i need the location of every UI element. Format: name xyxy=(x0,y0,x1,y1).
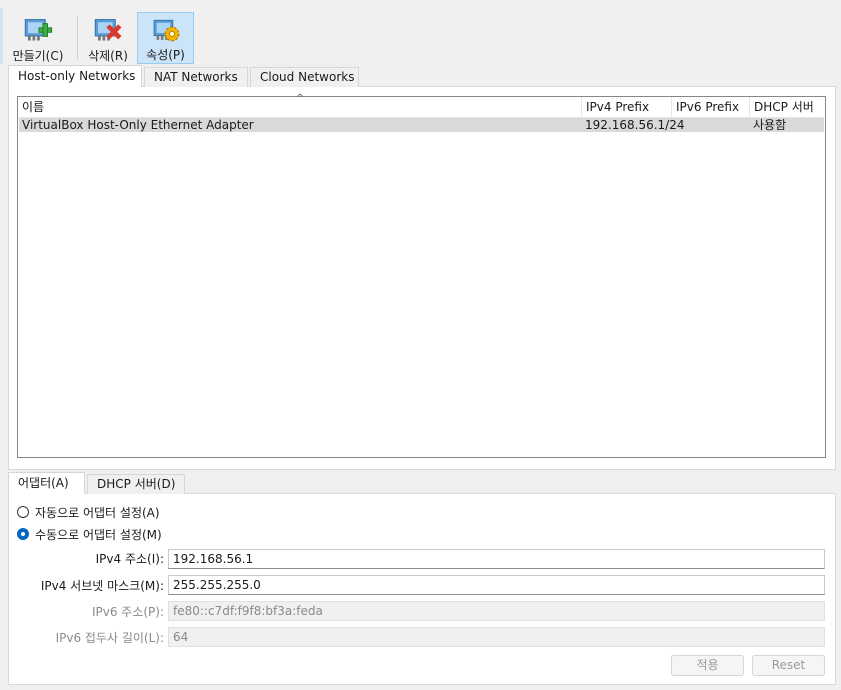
tab-adapter[interactable]: 어댑터(A) xyxy=(8,472,85,494)
ipv4-address-field[interactable]: 192.168.56.1 xyxy=(168,549,825,569)
column-header-ipv4-prefix[interactable]: IPv4 Prefix xyxy=(582,97,672,117)
apply-button[interactable]: 적용 xyxy=(671,655,744,676)
reset-button[interactable]: Reset xyxy=(752,655,825,676)
auto-config-radio[interactable] xyxy=(17,506,29,518)
table-row[interactable]: VirtualBox Host-Only Ethernet Adapter 19… xyxy=(19,118,824,132)
delete-label: 삭제(R) xyxy=(88,49,128,63)
ipv4-address-label: IPv4 주소(I): xyxy=(95,552,164,566)
ipv6-prefix-length-label: IPv6 접두사 길이(L): xyxy=(55,631,164,645)
ipv6-address-label: IPv6 주소(P): xyxy=(91,605,164,619)
column-header-dhcp-server[interactable]: DHCP 서버 xyxy=(750,97,825,117)
tab-dhcp-server[interactable]: DHCP 서버(D) xyxy=(87,474,185,494)
create-label: 만들기(C) xyxy=(12,49,64,63)
create-button[interactable]: 만들기(C) xyxy=(8,12,68,64)
networks-table[interactable]: 이름 ^ IPv4 Prefix IPv6 Prefix DHCP 서버 Vir… xyxy=(17,93,826,458)
ipv4-netmask-label: IPv4 서브넷 마스크(M): xyxy=(40,579,164,593)
manual-config-label[interactable]: 수동으로 어댑터 설정(M) xyxy=(35,526,162,543)
table-header: 이름 ^ IPv4 Prefix IPv6 Prefix DHCP 서버 xyxy=(18,93,825,118)
network-card-settings-icon xyxy=(153,19,179,42)
properties-label: 속성(P) xyxy=(146,48,185,62)
ipv6-address-field: fe80::c7df:f9f8:bf3a:feda xyxy=(168,601,825,621)
properties-button[interactable]: 속성(P) xyxy=(137,12,194,64)
toolbar-edge xyxy=(0,8,3,64)
tab-host-only-networks[interactable]: Host-only Networks xyxy=(8,65,142,87)
network-card-add-icon xyxy=(24,19,53,41)
row-ipv4-prefix: 192.168.56.1/24 xyxy=(585,118,685,132)
row-name: VirtualBox Host-Only Ethernet Adapter xyxy=(22,118,254,132)
sort-ascending-icon: ^ xyxy=(296,93,305,104)
tab-nat-networks[interactable]: NAT Networks xyxy=(144,67,248,87)
tab-cloud-networks[interactable]: Cloud Networks xyxy=(250,67,359,87)
manual-config-radio[interactable] xyxy=(17,528,29,540)
auto-config-label[interactable]: 자동으로 어댑터 설정(A) xyxy=(35,504,160,521)
delete-button[interactable]: 삭제(R) xyxy=(84,12,132,64)
column-header-ipv6-prefix[interactable]: IPv6 Prefix xyxy=(672,97,750,117)
row-dhcp-server: 사용함 xyxy=(753,118,787,132)
toolbar: 만들기(C) 삭제(R) 속성(P) xyxy=(0,0,841,66)
ipv4-netmask-field[interactable]: 255.255.255.0 xyxy=(168,575,825,595)
network-card-remove-icon xyxy=(94,19,122,41)
ipv6-prefix-length-field: 64 xyxy=(168,627,825,647)
toolbar-separator xyxy=(77,16,78,60)
